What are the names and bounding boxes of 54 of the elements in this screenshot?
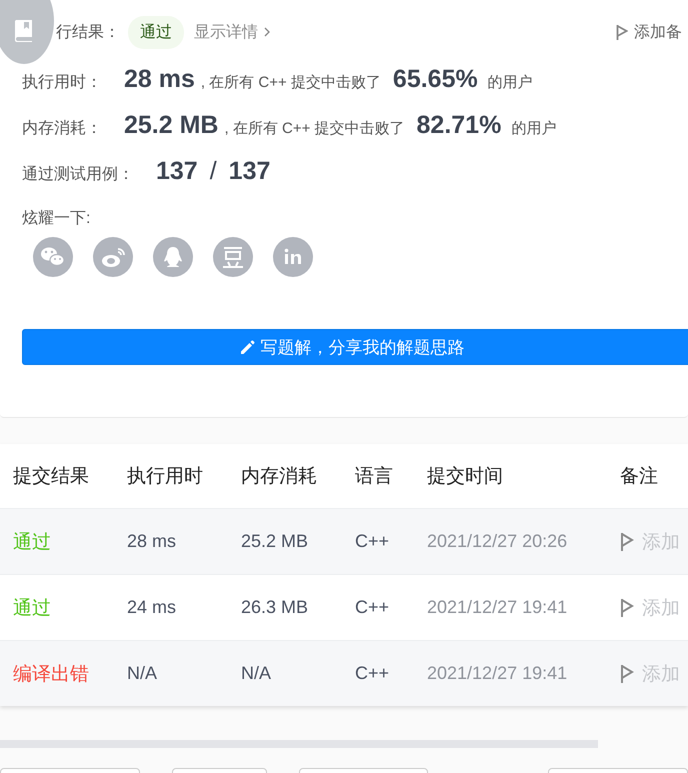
- chat-bubbles-icon[interactable]: [33, 237, 73, 277]
- column-header: 备注: [620, 465, 659, 489]
- table-cell-text: N/A: [241, 663, 272, 684]
- table-cell-text: C++: [355, 597, 390, 618]
- share-label: 炫耀一下:: [22, 208, 92, 229]
- book-icon: [14, 19, 34, 43]
- table-cell-text: 26.3 MB: [241, 597, 310, 618]
- table-cell-text: 28 ms: [127, 531, 178, 552]
- chevron-icon: [264, 27, 270, 37]
- stat-percent: 82.71%: [416, 111, 502, 140]
- stat-value: 28 ms: [124, 65, 195, 94]
- result-link[interactable]: 通过: [13, 598, 51, 618]
- result-link[interactable]: 通过: [13, 532, 51, 552]
- column-header: 提交结果: [13, 465, 90, 489]
- column-header: 执行用时: [127, 465, 204, 489]
- separator: /: [210, 157, 217, 186]
- flag-icon: [620, 664, 634, 684]
- result-label: 行结果：: [56, 22, 120, 42]
- column-header: 提交时间: [427, 465, 504, 489]
- table-cell-text: 25.2 MB: [241, 531, 310, 552]
- table-cell-text: 2021/12/27 19:41: [427, 663, 568, 684]
- table-cell-text: N/A: [127, 663, 158, 684]
- stat-text: 的用户: [488, 73, 533, 92]
- stat-text: , 在所有 C++ 提交中击败了: [200, 73, 381, 92]
- douban-icon[interactable]: [213, 237, 253, 277]
- table-cell-text: C++: [355, 663, 390, 684]
- weibo-icon[interactable]: [93, 237, 133, 277]
- table-cell-text: 24 ms: [127, 597, 178, 618]
- flag-icon: [616, 24, 628, 40]
- linkedin-icon[interactable]: [273, 237, 313, 277]
- pencil-icon: [240, 340, 254, 354]
- table-cell-text: C++: [355, 531, 390, 552]
- testcase-label: 通过测试用例：: [22, 164, 134, 185]
- table-cell-text: 2021/12/27 20:26: [427, 531, 568, 552]
- stat-value: 25.2 MB: [124, 111, 218, 140]
- penguin-icon[interactable]: [153, 237, 193, 277]
- table-cell-text: 2021/12/27 19:41: [427, 597, 568, 618]
- write-solution-button[interactable]: 写题解，分享我的解题思路: [22, 329, 688, 365]
- result-link[interactable]: 编译出错: [13, 664, 89, 684]
- add-note-link[interactable]: 添加: [620, 594, 688, 620]
- flag-icon: [620, 532, 634, 552]
- column-header: 内存消耗: [241, 465, 318, 489]
- status-badge: 通过: [128, 16, 184, 48]
- details-link[interactable]: 显示详情: [194, 22, 270, 42]
- column-header: 语言: [355, 465, 394, 489]
- add-note-link[interactable]: 添加备: [616, 22, 682, 42]
- stat-text: 的用户: [511, 119, 556, 138]
- stat-text: , 在所有 C++ 提交中击败了: [224, 119, 405, 138]
- stat-label: 内存消耗：: [22, 118, 102, 139]
- flag-icon: [620, 598, 634, 618]
- stat-percent: 65.65%: [392, 65, 478, 94]
- testcase-count: 137: [156, 157, 198, 186]
- testcase-total: 137: [228, 157, 270, 186]
- stat-label: 执行用时：: [22, 72, 102, 93]
